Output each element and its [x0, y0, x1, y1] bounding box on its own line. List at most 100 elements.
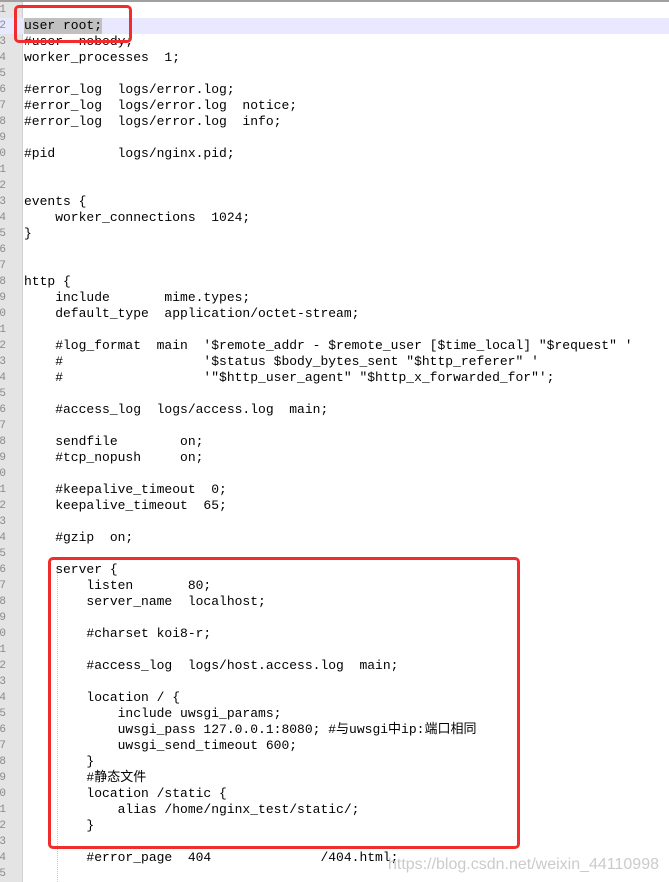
- line-text: #log_format main '$remote_addr - $remote…: [24, 338, 633, 353]
- line-number: 36: [0, 564, 6, 576]
- line-number: 27: [0, 420, 6, 432]
- line-number: 40: [0, 628, 6, 640]
- code-line[interactable]: 14 worker_connections 1024;: [0, 210, 669, 226]
- code-line[interactable]: 30: [0, 466, 669, 482]
- line-text: #keepalive_timeout 0;: [24, 482, 227, 497]
- line-number: 43: [0, 676, 6, 688]
- line-number: 37: [0, 580, 6, 592]
- highlight-box-user-root: [14, 5, 132, 43]
- line-number: 46: [0, 724, 6, 736]
- code-line[interactable]: 8 #error_log logs/error.log info;: [0, 114, 669, 130]
- code-line[interactable]: 26 #access_log logs/access.log main;: [0, 402, 669, 418]
- code-line[interactable]: 21: [0, 322, 669, 338]
- code-line[interactable]: 13 events {: [0, 194, 669, 210]
- code-line[interactable]: 29 #tcp_nopush on;: [0, 450, 669, 466]
- line-number: 10: [0, 148, 6, 160]
- code-line[interactable]: 28 sendfile on;: [0, 434, 669, 450]
- line-number: 22: [0, 340, 6, 352]
- line-number: 4: [0, 52, 6, 64]
- line-number: 7: [0, 100, 6, 112]
- code-line[interactable]: 11: [0, 162, 669, 178]
- line-number: 29: [0, 452, 6, 464]
- line-number: 25: [0, 388, 6, 400]
- line-number: 13: [0, 196, 6, 208]
- line-text: #error_page 404 /404.html;: [24, 850, 399, 865]
- line-text: #error_log logs/error.log info;: [24, 114, 282, 129]
- code-line[interactable]: 7 #error_log logs/error.log notice;: [0, 98, 669, 114]
- line-text: #tcp_nopush on;: [24, 450, 204, 465]
- code-line[interactable]: 27: [0, 418, 669, 434]
- line-text: #error_log logs/error.log;: [24, 82, 235, 97]
- watermark: https://blog.csdn.net/weixin_44110998: [387, 856, 659, 873]
- line-number: 2: [0, 20, 6, 32]
- line-number: 9: [0, 132, 6, 144]
- line-number: 1: [0, 4, 6, 16]
- line-number: 53: [0, 836, 6, 848]
- code-line[interactable]: 15}: [0, 226, 669, 242]
- code-line[interactable]: 6 #error_log logs/error.log;: [0, 82, 669, 98]
- code-line[interactable]: 9: [0, 130, 669, 146]
- line-number: 18: [0, 276, 6, 288]
- code-line[interactable]: 16: [0, 242, 669, 258]
- code-line[interactable]: 17: [0, 258, 669, 274]
- line-number: 49: [0, 772, 6, 784]
- line-number: 44: [0, 692, 6, 704]
- code-line[interactable]: 5: [0, 66, 669, 82]
- line-number: 41: [0, 644, 6, 656]
- line-text: # '"$http_user_agent" "$http_x_forwarded…: [24, 370, 555, 385]
- code-line[interactable]: 12: [0, 178, 669, 194]
- code-line[interactable]: 32 keepalive_timeout 65;: [0, 498, 669, 514]
- line-text: sendfile on;: [24, 434, 204, 449]
- line-text: keepalive_timeout 65;: [24, 498, 227, 513]
- line-number: 17: [0, 260, 6, 272]
- code-line[interactable]: 31 #keepalive_timeout 0;: [0, 482, 669, 498]
- line-text: #gzip on;: [24, 530, 134, 545]
- line-text: #access_log logs/access.log main;: [24, 402, 329, 417]
- code-line[interactable]: 18 http {: [0, 274, 669, 290]
- line-number: 26: [0, 404, 6, 416]
- line-number: 30: [0, 468, 6, 480]
- code-line[interactable]: 4 worker_processes 1;: [0, 50, 669, 66]
- code-line[interactable]: 22 #log_format main '$remote_addr - $rem…: [0, 338, 669, 354]
- line-number: 38: [0, 596, 6, 608]
- line-text: worker_connections 1024;: [24, 210, 251, 225]
- line-number: 20: [0, 308, 6, 320]
- line-number: 5: [0, 68, 6, 80]
- line-number: 32: [0, 500, 6, 512]
- line-number: 12: [0, 180, 6, 192]
- line-number: 23: [0, 356, 6, 368]
- line-number: 15: [0, 228, 6, 240]
- code-line[interactable]: 34 #gzip on;: [0, 530, 669, 546]
- code-line[interactable]: 10 #pid logs/nginx.pid;: [0, 146, 669, 162]
- line-text: #pid logs/nginx.pid;: [24, 146, 235, 161]
- code-line[interactable]: 20 default_type application/octet-stream…: [0, 306, 669, 322]
- line-number: 28: [0, 436, 6, 448]
- line-number: 52: [0, 820, 6, 832]
- line-number: 47: [0, 740, 6, 752]
- code-line[interactable]: 33: [0, 514, 669, 530]
- code-line[interactable]: 24 # '"$http_user_agent" "$http_x_forwar…: [0, 370, 669, 386]
- line-number: 14: [0, 212, 6, 224]
- highlight-box-server-block: [48, 557, 520, 849]
- line-number: 50: [0, 788, 6, 800]
- line-text: events {: [24, 194, 87, 209]
- line-text: worker_processes 1;: [24, 50, 181, 65]
- code-line[interactable]: 25: [0, 386, 669, 402]
- line-text: include mime.types;: [24, 290, 251, 305]
- line-number: 11: [0, 164, 6, 176]
- code-line[interactable]: 19 include mime.types;: [0, 290, 669, 306]
- line-number: 31: [0, 484, 6, 496]
- line-number: 51: [0, 804, 6, 816]
- line-text: #error_log logs/error.log notice;: [24, 98, 298, 113]
- line-number: 54: [0, 852, 6, 864]
- line-number: 45: [0, 708, 6, 720]
- line-text: }: [24, 226, 32, 241]
- line-number: 35: [0, 548, 6, 560]
- line-number: 55: [0, 868, 6, 880]
- line-number: 34: [0, 532, 6, 544]
- line-number: 33: [0, 516, 6, 528]
- line-number: 39: [0, 612, 6, 624]
- code-line[interactable]: 23 # '$status $body_bytes_sent "$http_re…: [0, 354, 669, 370]
- line-number: 8: [0, 116, 6, 128]
- line-text: # '$status $body_bytes_sent "$http_refer…: [24, 354, 539, 369]
